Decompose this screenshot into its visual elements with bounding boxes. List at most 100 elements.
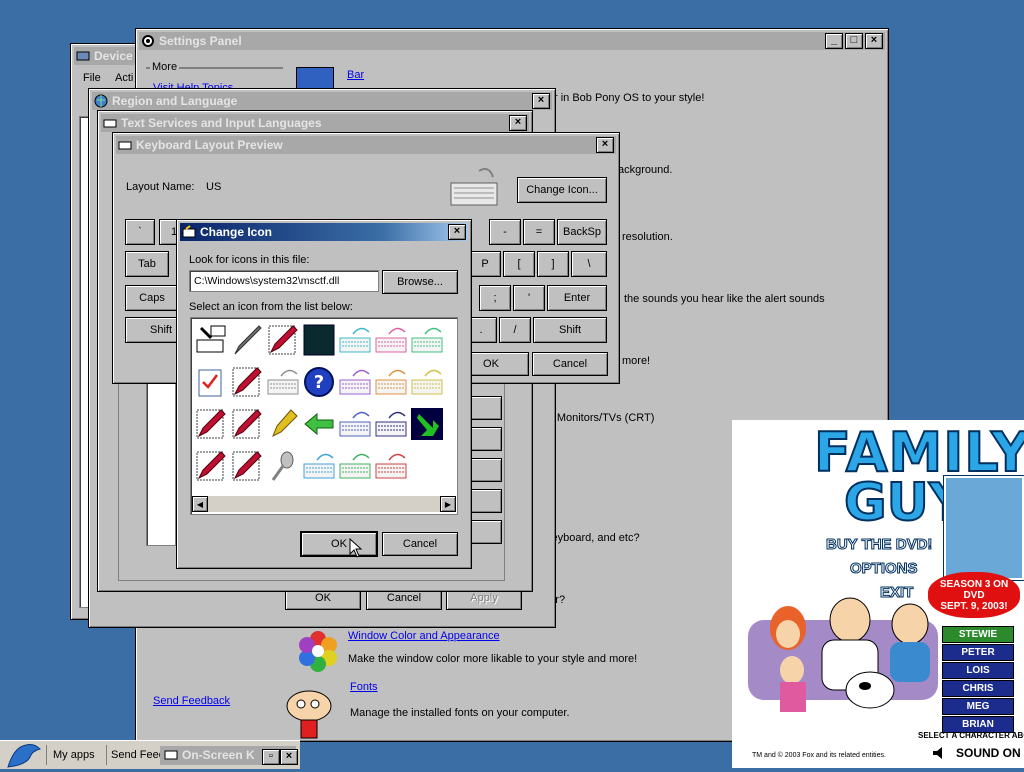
maximize-button[interactable]: □ [845,33,863,49]
select-icon-label: Select an icon from the list below: [189,301,353,313]
key-tab[interactable]: Tab [125,251,169,277]
pencil-icon[interactable] [267,408,299,440]
keyboard-purple-icon[interactable] [339,366,371,398]
logo-family: FAMILY [813,421,1024,484]
settings-titlebar[interactable]: Settings Panel _ □ × [139,32,885,50]
character-stewie[interactable]: STEWIE [942,626,1014,643]
text-services-close-button[interactable]: × [509,115,527,131]
keyboard-desc: keyboard, and etc? [546,532,640,544]
key-minus[interactable]: - [489,219,521,245]
red-pen-icon[interactable] [195,450,227,482]
pen-a-icon[interactable] [231,366,263,398]
keyboard-icon [103,116,117,130]
dark-square-icon[interactable] [303,324,335,356]
window-color-link[interactable]: Window Color and Appearance [348,630,500,642]
pen-a2-icon[interactable] [231,408,263,440]
text-services-title: Text Services and Input Languages [121,116,322,130]
keyboard-preview-titlebar[interactable]: Keyboard Layout Preview × [116,136,616,154]
key-backtick[interactable]: ` [125,219,155,245]
change-icon-ok-button[interactable]: OK [300,531,378,557]
pen-icon[interactable] [231,324,263,356]
key-close-bracket[interactable]: ] [537,251,569,277]
keyboard-green2-icon[interactable] [339,450,371,482]
key-semicolon[interactable]: ; [479,285,511,311]
region-title: Region and Language [112,94,238,108]
key-slash[interactable]: / [499,317,531,343]
family-characters-art [740,590,940,730]
mouse-cursor-icon [349,537,363,561]
keyboard-blue-icon[interactable] [339,408,371,440]
pen-doc-icon[interactable] [195,408,227,440]
region-close-button[interactable]: × [532,93,550,109]
key-enter[interactable]: Enter [547,285,607,311]
keyboard-preview-cancel-button[interactable]: Cancel [532,352,608,376]
key-caps[interactable]: Caps [125,285,179,311]
character-lois[interactable]: LOIS [942,662,1014,679]
text-services-button-5[interactable] [470,520,502,544]
change-icon-titlebar[interactable]: Change Icon × [180,223,468,241]
pen-ji-icon[interactable] [267,324,299,356]
svg-text:?: ? [314,372,324,393]
key-backslash[interactable]: \ [571,251,607,277]
character-meg[interactable]: MEG [942,698,1014,715]
keyboard-red-icon[interactable] [375,450,407,482]
change-icon-button[interactable]: Change Icon... [517,177,607,203]
close-button[interactable]: × [865,33,883,49]
icon-list[interactable]: ? ◀ ▶ [190,317,458,515]
key-open-bracket[interactable]: [ [503,251,535,277]
speaker-icon[interactable] [932,746,946,763]
keyboard-cyan2-icon[interactable] [303,450,335,482]
scroll-right-arrow-icon[interactable]: ▶ [440,496,456,512]
scroll-left-arrow-icon[interactable]: ◀ [192,496,208,512]
keyboard-yellow-icon[interactable] [411,366,443,398]
green-arrow-icon[interactable] [411,408,443,440]
microphone-icon[interactable] [267,450,299,482]
key-backspace[interactable]: BackSp [557,219,607,245]
character-chris[interactable]: CHRIS [942,680,1014,697]
options-link[interactable]: OPTIONS [850,560,919,578]
text-services-button-4[interactable] [470,489,502,513]
fonts-link[interactable]: Fonts [350,681,378,693]
text-services-titlebar[interactable]: Text Services and Input Languages × [101,114,529,132]
keyboard-cyan-icon[interactable] [339,324,371,356]
text-services-button-3[interactable] [470,458,502,482]
sound-on-toggle[interactable]: SOUND ON [956,746,1021,760]
taskbar-send-feedback[interactable]: Send Feed [106,745,161,765]
back-arrow-icon[interactable] [303,408,335,440]
character-peter[interactable]: PETER [942,644,1014,661]
keyboard-preview-close-button[interactable]: × [596,137,614,153]
menu-file[interactable]: File [83,72,101,84]
send-feedback-link[interactable]: Send Feedback [153,695,230,707]
change-icon-cancel-button[interactable]: Cancel [382,532,458,556]
keyboard-gray-icon[interactable] [267,366,299,398]
file-path-input[interactable]: C:\Windows\system32\msctf.dll [189,270,379,292]
osk-restore-button[interactable]: ▫ [262,749,280,765]
keyboard-green-icon[interactable] [411,324,443,356]
clipboard-check-icon[interactable] [195,366,227,398]
text-services-button-2[interactable] [470,427,502,451]
help-icon[interactable]: ? [303,366,335,398]
keyboard-navy-icon[interactable] [375,408,407,440]
buy-dvd-link[interactable]: BUY THE DVD! [825,536,932,554]
bird-start-icon[interactable] [4,741,44,769]
season-text: SEASON 3 ON DVD [939,578,1009,601]
osk-close-button[interactable]: × [280,749,298,765]
horizontal-scrollbar[interactable]: ◀ ▶ [192,496,456,512]
keyboard-large-icon [449,167,499,209]
browse-button[interactable]: Browse... [382,270,458,294]
keyboard-pen-icon[interactable] [195,324,227,356]
key-quote[interactable]: ' [513,285,545,311]
menu-action[interactable]: Acti [115,72,133,84]
change-icon-close-button[interactable]: × [448,224,466,240]
keyboard-orange-icon[interactable] [375,366,407,398]
minimize-button[interactable]: _ [825,33,843,49]
taskbar-my-apps[interactable]: My apps [46,745,111,765]
keyboard-pink-icon[interactable] [375,324,407,356]
region-titlebar[interactable]: Region and Language × [92,92,552,110]
key-equals[interactable]: = [523,219,555,245]
bar-link[interactable]: Bar [347,69,364,81]
key-p[interactable]: P [469,251,501,277]
pen-ji2-icon[interactable] [231,450,263,482]
text-services-button-1[interactable] [470,396,502,420]
key-right-shift[interactable]: Shift [533,317,607,343]
